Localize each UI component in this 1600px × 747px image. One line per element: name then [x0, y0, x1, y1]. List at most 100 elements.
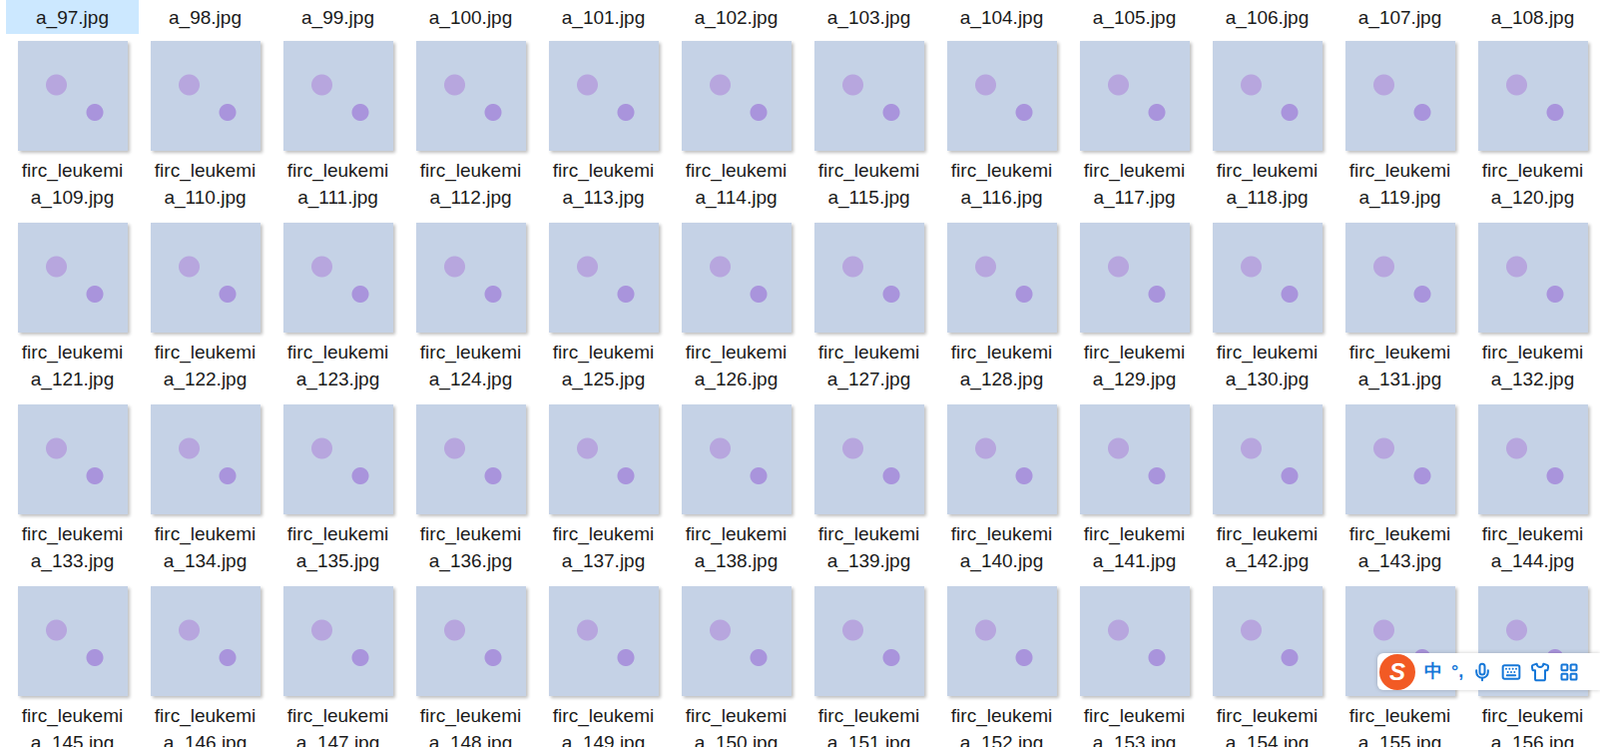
- file-item[interactable]: firc_leukemia_127.jpg: [802, 222, 936, 405]
- file-item[interactable]: firc_leukemia_132.jpg: [1466, 222, 1600, 405]
- file-item[interactable]: firc_leukemia_152.jpg: [935, 585, 1068, 747]
- file-item[interactable]: firc_leukemia_112.jpg: [404, 40, 537, 223]
- file-item[interactable]: a_103.jpg: [802, 0, 936, 34]
- file-name: firc_leukemia_116.jpg: [951, 156, 1053, 211]
- file-item[interactable]: firc_leukemia_142.jpg: [1200, 404, 1334, 586]
- file-item[interactable]: firc_leukemia_154.jpg: [1200, 585, 1334, 747]
- skin-icon[interactable]: [1530, 661, 1551, 682]
- file-name: firc_leukemia_143.jpg: [1349, 520, 1451, 574]
- file-item[interactable]: a_105.jpg: [1067, 0, 1201, 34]
- file-item[interactable]: firc_leukemia_128.jpg: [935, 222, 1068, 405]
- file-item[interactable]: a_108.jpg: [1466, 0, 1600, 34]
- thumbnail: [1212, 585, 1323, 696]
- file-item[interactable]: firc_leukemia_120.jpg: [1466, 40, 1600, 223]
- file-name: firc_leukemia_140.jpg: [951, 520, 1053, 574]
- file-item[interactable]: firc_leukemia_122.jpg: [138, 222, 272, 405]
- file-item[interactable]: firc_leukemia_135.jpg: [271, 404, 405, 586]
- file-item[interactable]: firc_leukemia_144.jpg: [1466, 404, 1600, 586]
- file-item[interactable]: firc_leukemia_117.jpg: [1067, 40, 1201, 223]
- file-item[interactable]: firc_leukemia_136.jpg: [404, 404, 537, 586]
- file-item[interactable]: firc_leukemia_140.jpg: [935, 404, 1068, 586]
- file-item[interactable]: firc_leukemia_116.jpg: [935, 40, 1068, 223]
- file-item[interactable]: firc_leukemia_111.jpg: [271, 40, 405, 223]
- microphone-icon[interactable]: [1472, 661, 1493, 682]
- file-item[interactable]: firc_leukemia_143.jpg: [1333, 404, 1467, 586]
- file-name: a_105.jpg: [1092, 3, 1176, 31]
- thumbnail: [1478, 222, 1589, 333]
- file-item[interactable]: firc_leukemia_149.jpg: [536, 585, 670, 747]
- file-item[interactable]: firc_leukemia_133.jpg: [5, 404, 139, 586]
- file-name: firc_leukemia_111.jpg: [287, 156, 389, 211]
- file-item[interactable]: a_98.jpg: [138, 0, 272, 34]
- file-item[interactable]: firc_leukemia_126.jpg: [669, 222, 803, 405]
- file-item[interactable]: firc_leukemia_130.jpg: [1200, 222, 1334, 405]
- thumbnail: [17, 222, 128, 333]
- file-item[interactable]: firc_leukemia_115.jpg: [802, 40, 936, 223]
- toolbox-icon[interactable]: [1559, 661, 1580, 682]
- file-name: a_100.jpg: [429, 3, 513, 31]
- ime-button[interactable]: °,: [1451, 657, 1464, 685]
- file-name: firc_leukemia_119.jpg: [1349, 156, 1451, 211]
- thumbnail: [416, 404, 527, 515]
- thumbnail: [1079, 40, 1190, 151]
- file-item[interactable]: a_106.jpg: [1200, 0, 1334, 34]
- file-name: firc_leukemia_134.jpg: [154, 520, 256, 574]
- file-name: firc_leukemia_146.jpg: [154, 701, 256, 747]
- thumbnail: [416, 222, 527, 333]
- file-item[interactable]: firc_leukemia_151.jpg: [802, 585, 936, 747]
- file-name: firc_leukemia_124.jpg: [420, 338, 522, 393]
- thumbnail: [947, 40, 1058, 151]
- file-item[interactable]: firc_leukemia_131.jpg: [1333, 222, 1467, 405]
- file-item[interactable]: firc_leukemia_119.jpg: [1333, 40, 1467, 223]
- file-item[interactable]: a_102.jpg: [669, 0, 803, 34]
- file-item[interactable]: firc_leukemia_124.jpg: [404, 222, 537, 405]
- thumbnail: [681, 40, 792, 151]
- thumbnail: [1345, 222, 1456, 333]
- file-item[interactable]: a_104.jpg: [935, 0, 1068, 34]
- file-item[interactable]: a_97.jpg: [5, 0, 139, 34]
- file-item[interactable]: firc_leukemia_113.jpg: [536, 40, 670, 223]
- file-item[interactable]: a_100.jpg: [404, 0, 537, 34]
- file-name: firc_leukemia_110.jpg: [154, 156, 256, 211]
- file-item[interactable]: firc_leukemia_153.jpg: [1067, 585, 1201, 747]
- file-item[interactable]: firc_leukemia_109.jpg: [5, 40, 139, 223]
- thumbnail: [681, 222, 792, 333]
- file-name: firc_leukemia_152.jpg: [951, 701, 1053, 747]
- file-item[interactable]: firc_leukemia_141.jpg: [1067, 404, 1201, 586]
- thumbnail: [283, 222, 394, 333]
- file-item[interactable]: firc_leukemia_148.jpg: [404, 585, 537, 747]
- file-item[interactable]: firc_leukemia_137.jpg: [536, 404, 670, 586]
- file-name: firc_leukemia_147.jpg: [287, 701, 389, 747]
- sogou-logo-icon[interactable]: S: [1379, 653, 1416, 690]
- file-item[interactable]: a_101.jpg: [536, 0, 670, 34]
- file-item[interactable]: firc_leukemia_145.jpg: [5, 585, 139, 747]
- thumbnail: [814, 40, 925, 151]
- file-item[interactable]: firc_leukemia_139.jpg: [802, 404, 936, 586]
- thumbnail: [814, 404, 925, 515]
- file-item[interactable]: firc_leukemia_138.jpg: [669, 404, 803, 586]
- file-name: firc_leukemia_130.jpg: [1216, 338, 1318, 393]
- file-item[interactable]: firc_leukemia_114.jpg: [669, 40, 803, 223]
- thumbnail: [1345, 40, 1456, 151]
- file-item[interactable]: firc_leukemia_147.jpg: [271, 585, 405, 747]
- file-name: a_98.jpg: [168, 3, 242, 31]
- file-item[interactable]: a_99.jpg: [271, 0, 405, 34]
- file-item[interactable]: firc_leukemia_146.jpg: [138, 585, 272, 747]
- file-item[interactable]: a_107.jpg: [1333, 0, 1467, 34]
- file-item[interactable]: firc_leukemia_121.jpg: [5, 222, 139, 405]
- keyboard-icon[interactable]: [1501, 661, 1522, 682]
- file-name: a_107.jpg: [1358, 3, 1442, 31]
- file-item[interactable]: firc_leukemia_125.jpg: [536, 222, 670, 405]
- file-item[interactable]: firc_leukemia_129.jpg: [1067, 222, 1201, 405]
- file-item[interactable]: firc_leukemia_118.jpg: [1200, 40, 1334, 223]
- thumbnail: [283, 404, 394, 515]
- thumbnail: [283, 585, 394, 696]
- file-item[interactable]: firc_leukemia_150.jpg: [669, 585, 803, 747]
- file-item[interactable]: firc_leukemia_123.jpg: [271, 222, 405, 405]
- thumbnail: [1212, 40, 1323, 151]
- file-item[interactable]: firc_leukemia_110.jpg: [138, 40, 272, 223]
- file-item[interactable]: firc_leukemia_134.jpg: [138, 404, 272, 586]
- ime-button[interactable]: 中: [1424, 657, 1443, 685]
- thumbnail: [681, 404, 792, 515]
- ime-toolbar[interactable]: S中 °,: [1377, 652, 1600, 690]
